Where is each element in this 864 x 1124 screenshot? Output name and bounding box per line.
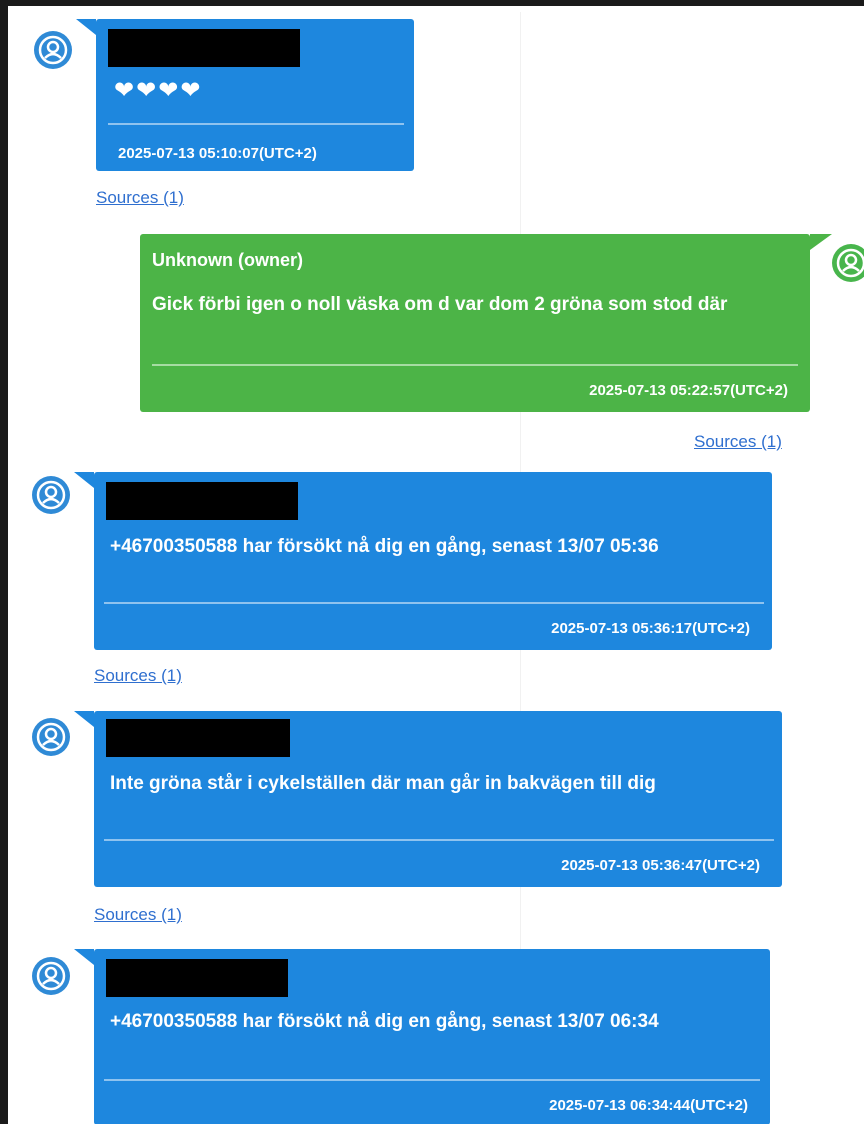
message-text: ❤❤❤❤ [114, 77, 203, 104]
message-bubble: +46700350588 har försökt nå dig en gång,… [74, 472, 772, 650]
sources-link[interactable]: Sources (1) [694, 432, 782, 452]
message-bubble: +46700350588 har försökt nå dig en gång,… [74, 949, 770, 1124]
message-bubble: Inte gröna står i cykelställen där man g… [74, 711, 782, 887]
redacted-sender [106, 959, 288, 997]
message-timestamp: 2025-07-13 05:22:57(UTC+2) [589, 382, 788, 399]
message-text: Gick förbi igen o noll väska om d var do… [152, 294, 728, 315]
redacted-sender [106, 482, 298, 520]
message-timestamp: 2025-07-13 05:36:17(UTC+2) [551, 620, 750, 637]
user-avatar-icon [32, 476, 70, 514]
user-avatar-icon [32, 718, 70, 756]
redacted-sender [106, 719, 290, 757]
message-timestamp: 2025-07-13 05:10:07(UTC+2) [118, 145, 317, 162]
divider [108, 123, 404, 125]
sources-link[interactable]: Sources (1) [96, 188, 184, 208]
message-text: Inte gröna står i cykelställen där man g… [110, 773, 656, 794]
user-avatar-icon [832, 244, 864, 282]
user-avatar-icon [32, 957, 70, 995]
message-bubble-outgoing: Unknown (owner) Gick förbi igen o noll v… [140, 234, 832, 412]
sources-link[interactable]: Sources (1) [94, 905, 182, 925]
redacted-sender [108, 29, 300, 67]
message-bubble: ❤❤❤❤ 2025-07-13 05:10:07(UTC+2) [76, 19, 414, 171]
message-text: +46700350588 har försökt nå dig en gång,… [110, 536, 659, 557]
divider [104, 1079, 760, 1081]
divider [104, 839, 774, 841]
message-timestamp: 2025-07-13 06:34:44(UTC+2) [549, 1097, 748, 1114]
message-text: +46700350588 har försökt nå dig en gång,… [110, 1011, 659, 1032]
divider [104, 602, 764, 604]
message-timestamp: 2025-07-13 05:36:47(UTC+2) [561, 857, 760, 874]
sources-link[interactable]: Sources (1) [94, 666, 182, 686]
chat-transcript: ❤❤❤❤ 2025-07-13 05:10:07(UTC+2) Sources … [0, 0, 864, 1124]
sender-name: Unknown (owner) [152, 250, 303, 270]
divider [152, 364, 798, 366]
user-avatar-icon [34, 31, 72, 69]
